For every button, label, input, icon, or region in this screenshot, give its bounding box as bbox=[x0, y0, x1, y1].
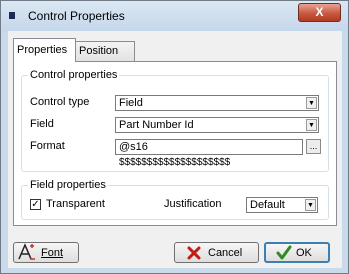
justification-value: Default bbox=[250, 199, 285, 211]
font-button-label: Font bbox=[41, 247, 64, 259]
ok-button-label: OK bbox=[296, 247, 312, 259]
title-bar[interactable]: Control Properties X bbox=[1, 1, 348, 31]
control-properties-window: Control Properties X Properties Position… bbox=[0, 0, 349, 274]
font-button[interactable]: Font bbox=[13, 242, 79, 263]
tab-position[interactable]: Position bbox=[75, 41, 135, 61]
field-properties-group: Field properties ✓ Transparent Justifica… bbox=[21, 179, 329, 220]
transparent-label: Transparent bbox=[46, 198, 105, 210]
tab-properties[interactable]: Properties bbox=[13, 38, 76, 62]
format-input[interactable]: @s16 bbox=[115, 139, 303, 155]
close-button[interactable]: X bbox=[298, 3, 341, 22]
properties-panel: Control properties Control type Field ▼ … bbox=[13, 61, 337, 226]
control-type-label: Control type bbox=[30, 96, 90, 108]
ok-button[interactable]: OK bbox=[264, 242, 330, 263]
cancel-button[interactable]: Cancel bbox=[174, 242, 259, 263]
transparent-checkbox[interactable]: ✓ bbox=[30, 199, 41, 210]
justification-label: Justification bbox=[164, 198, 222, 210]
cancel-button-label: Cancel bbox=[208, 247, 243, 259]
control-properties-legend: Control properties bbox=[28, 69, 120, 81]
field-properties-legend: Field properties bbox=[28, 179, 108, 191]
app-icon bbox=[9, 12, 15, 19]
field-value: Part Number Id bbox=[119, 119, 194, 131]
cancel-x-icon bbox=[187, 246, 201, 263]
field-select[interactable]: Part Number Id ▼ bbox=[115, 117, 319, 133]
control-type-select[interactable]: Field ▼ bbox=[115, 95, 319, 111]
field-label: Field bbox=[30, 118, 54, 130]
format-preview: $$$$$$$$$$$$$$$$$$$$ bbox=[119, 157, 231, 168]
control-properties-group: Control properties Control type Field ▼ … bbox=[21, 69, 329, 172]
checkmark-icon: ✓ bbox=[31, 199, 40, 210]
format-label: Format bbox=[30, 140, 65, 152]
window-title: Control Properties bbox=[28, 9, 125, 23]
format-browse-button[interactable]: ... bbox=[306, 139, 321, 154]
checkmark-icon bbox=[276, 245, 292, 264]
chevron-down-icon[interactable]: ▼ bbox=[306, 97, 317, 109]
justification-select[interactable]: Default ▼ bbox=[246, 197, 318, 213]
font-icon bbox=[18, 243, 36, 264]
control-type-value: Field bbox=[119, 97, 143, 109]
chevron-down-icon[interactable]: ▼ bbox=[305, 199, 316, 211]
dialog-client: Properties Position Control properties C… bbox=[8, 31, 342, 268]
chevron-down-icon[interactable]: ▼ bbox=[306, 119, 317, 131]
